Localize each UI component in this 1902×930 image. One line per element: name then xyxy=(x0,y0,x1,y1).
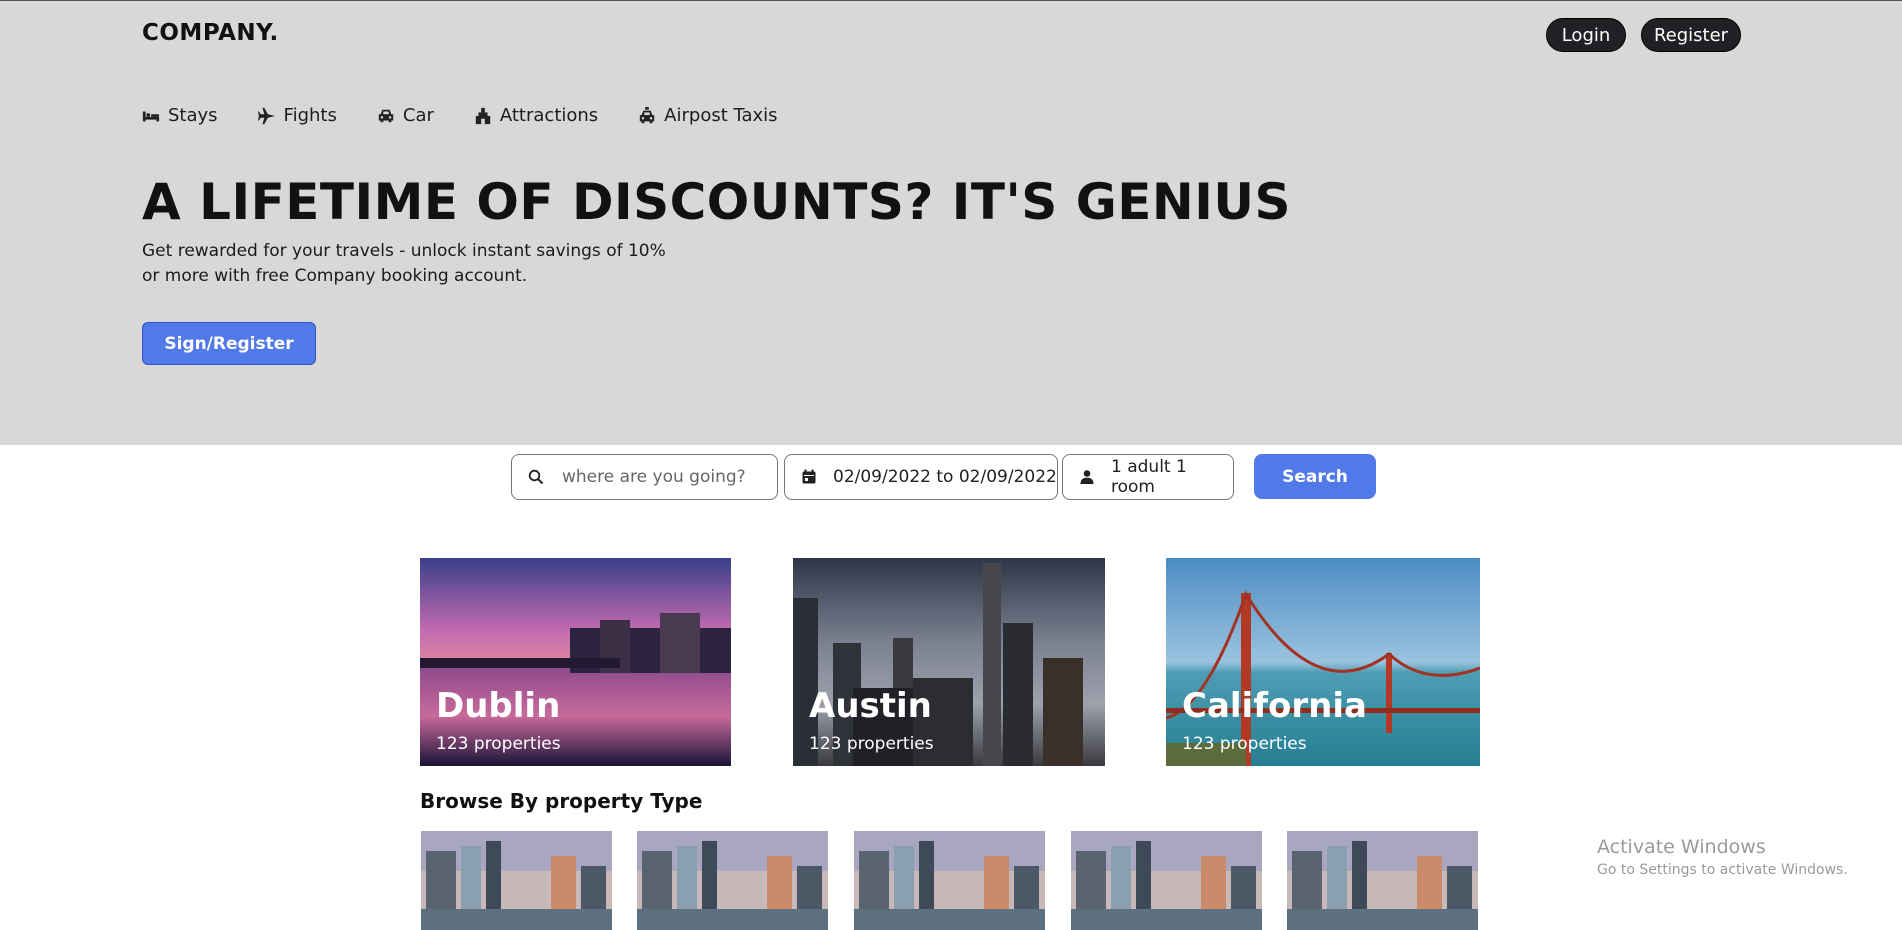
destination-field[interactable] xyxy=(511,454,778,500)
city-card-austin[interactable]: Austin 123 properties xyxy=(793,558,1105,766)
property-type-image xyxy=(1287,831,1478,930)
nav-item-attractions[interactable]: Attractions xyxy=(474,105,598,126)
nav-item-stays[interactable]: Stays xyxy=(142,105,218,126)
property-type-card[interactable] xyxy=(1287,831,1478,930)
plane-icon xyxy=(257,107,275,124)
car-icon xyxy=(378,109,394,122)
windows-watermark-title: Activate Windows xyxy=(1597,836,1766,858)
property-type-image xyxy=(1071,831,1262,930)
taxi-icon xyxy=(639,106,655,123)
person-icon xyxy=(1080,470,1094,484)
property-type-image xyxy=(421,831,612,930)
property-type-card[interactable] xyxy=(854,831,1045,930)
nav-item-label: Airpost Taxis xyxy=(664,105,778,126)
nav-item-flights[interactable]: Fights xyxy=(257,105,337,126)
search-icon xyxy=(528,469,544,485)
guests-field[interactable]: 1 adult 1 room xyxy=(1062,454,1234,500)
city-properties: 123 properties xyxy=(436,734,561,754)
date-range-value: 02/09/2022 to 02/09/2022 xyxy=(833,467,1057,487)
browse-section-title: Browse By property Type xyxy=(420,789,703,813)
nav-item-label: Attractions xyxy=(499,105,599,126)
city-card-dublin[interactable]: Dublin 123 properties xyxy=(420,558,731,766)
nav-item-label: Stays xyxy=(168,105,218,126)
city-name: Austin xyxy=(809,686,932,726)
city-card-california[interactable]: California 123 properties xyxy=(1166,558,1480,766)
nav-item-label: Fights xyxy=(283,105,337,126)
property-type-image xyxy=(854,831,1045,930)
sign-register-button[interactable]: Sign/Register xyxy=(142,322,316,365)
property-type-card[interactable] xyxy=(1071,831,1262,930)
destination-input[interactable] xyxy=(560,466,764,488)
city-properties: 123 properties xyxy=(1182,734,1307,754)
bed-icon xyxy=(142,111,160,121)
windows-watermark-subtitle: Go to Settings to activate Windows. xyxy=(1597,862,1848,878)
guests-value: 1 adult 1 room xyxy=(1111,457,1187,497)
hero-headline: A LIFETIME OF DISCOUNTS? IT'S GENIUS xyxy=(142,173,1291,231)
register-button[interactable]: Register xyxy=(1641,18,1741,52)
hero-subtitle: Get rewarded for your travels - unlock i… xyxy=(142,241,666,286)
nav-item-label: Car xyxy=(402,105,434,126)
property-type-card[interactable] xyxy=(421,831,612,930)
nav-item-airport-taxis[interactable]: Airpost Taxis xyxy=(638,105,778,126)
property-type-image xyxy=(637,831,828,930)
attraction-icon xyxy=(475,107,491,124)
city-name: Dublin xyxy=(436,686,561,726)
date-range-field[interactable]: 02/09/2022 to 02/09/2022 xyxy=(784,454,1058,500)
property-type-card[interactable] xyxy=(637,831,828,930)
hero-section: COMPANY. Login Register Stays Fights Car… xyxy=(0,0,1902,445)
nav-bar: Stays Fights Car Attractions Airpost Tax… xyxy=(142,105,818,126)
search-button[interactable]: Search xyxy=(1254,454,1376,499)
city-name: California xyxy=(1182,686,1367,726)
calendar-icon xyxy=(802,469,816,484)
city-properties: 123 properties xyxy=(809,734,934,754)
nav-item-car[interactable]: Car xyxy=(377,105,434,126)
brand-logo[interactable]: COMPANY. xyxy=(142,20,279,46)
login-button[interactable]: Login xyxy=(1546,18,1626,52)
